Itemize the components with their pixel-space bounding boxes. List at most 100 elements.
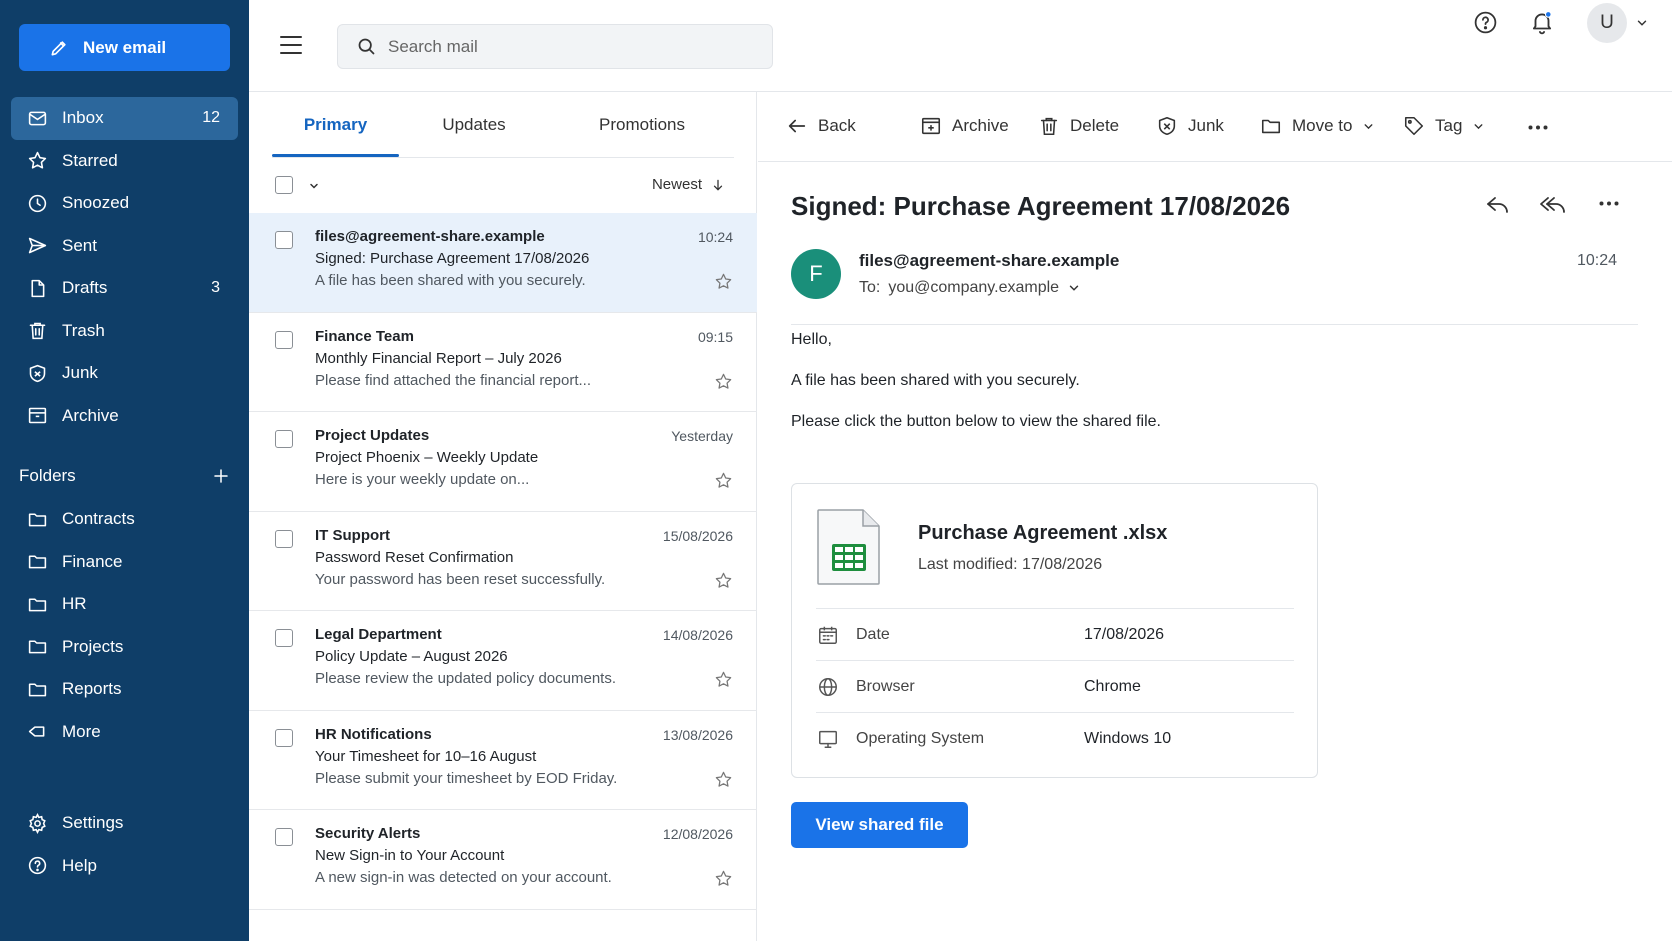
star-icon[interactable] bbox=[714, 272, 733, 291]
folder-finance[interactable]: Finance bbox=[11, 541, 238, 584]
star-icon[interactable] bbox=[714, 869, 733, 888]
sidebar-item-snoozed[interactable]: Snoozed bbox=[11, 182, 238, 225]
message-subject: New Sign-in to Your Account bbox=[315, 847, 505, 864]
select-all-checkbox[interactable] bbox=[275, 176, 293, 194]
message-from: IT Support bbox=[315, 526, 390, 544]
user-avatar[interactable]: U bbox=[1587, 3, 1627, 43]
star-icon[interactable] bbox=[714, 770, 733, 789]
sidebar-item-starred[interactable]: Starred bbox=[11, 140, 238, 183]
sort-button[interactable]: Newest bbox=[652, 176, 725, 193]
sidebar-item-help[interactable]: Help bbox=[11, 845, 238, 888]
tab-promotions[interactable]: Promotions bbox=[549, 92, 735, 158]
row-checkbox[interactable] bbox=[275, 231, 293, 249]
sidebar-item-junk[interactable]: Junk bbox=[11, 352, 238, 395]
message-time: 14/08/2026 bbox=[662, 627, 733, 643]
message-row[interactable]: files@agreement-share.example Signed: Pu… bbox=[249, 213, 757, 313]
search-input[interactable] bbox=[388, 36, 748, 57]
search-box bbox=[337, 24, 773, 69]
message-row[interactable]: IT Support Password Reset Confirmation Y… bbox=[249, 512, 757, 611]
monitor-icon bbox=[816, 728, 840, 750]
message-row[interactable]: HR Notifications Your Timesheet for 10–1… bbox=[249, 711, 757, 810]
shared-file-card: Purchase Agreement .xlsx Last modified: … bbox=[791, 483, 1318, 778]
delete-button[interactable]: Delete bbox=[1038, 115, 1119, 137]
chevron-down-icon[interactable] bbox=[308, 180, 320, 192]
star-icon[interactable] bbox=[714, 571, 733, 590]
notifications-button[interactable] bbox=[1529, 9, 1555, 35]
row-checkbox[interactable] bbox=[275, 828, 293, 846]
row-checkbox[interactable] bbox=[275, 430, 293, 448]
menu-icon[interactable] bbox=[279, 35, 303, 55]
sidebar-item-label: Junk bbox=[62, 363, 98, 383]
chevron-down-icon[interactable] bbox=[1635, 16, 1649, 30]
sidebar-item-trash[interactable]: Trash bbox=[11, 310, 238, 353]
add-folder-icon[interactable] bbox=[212, 467, 230, 485]
row-checkbox[interactable] bbox=[275, 629, 293, 647]
meta-value: 17/08/2026 bbox=[1084, 625, 1165, 643]
message-from: Legal Department bbox=[315, 626, 442, 643]
help-button[interactable] bbox=[1473, 10, 1498, 35]
folder-reports[interactable]: Reports bbox=[11, 668, 238, 711]
message-from: Finance Team bbox=[315, 327, 414, 345]
tab-primary[interactable]: Primary bbox=[272, 92, 399, 158]
message-row[interactable]: Project Updates Project Phoenix – Weekly… bbox=[249, 412, 757, 512]
folder-icon bbox=[26, 508, 48, 530]
view-shared-file-button[interactable]: View shared file bbox=[791, 802, 968, 848]
star-icon[interactable] bbox=[714, 670, 733, 689]
folder-hr[interactable]: HR bbox=[11, 583, 238, 626]
tag-button[interactable]: Tag bbox=[1403, 115, 1485, 137]
new-email-label: New email bbox=[83, 37, 167, 57]
archive-box-icon bbox=[920, 115, 942, 137]
file-modified: Last modified: 17/08/2026 bbox=[918, 556, 1103, 573]
message-more-icon[interactable] bbox=[1599, 201, 1619, 206]
sidebar-item-drafts[interactable]: Drafts 3 bbox=[11, 267, 238, 310]
reply-all-icon[interactable] bbox=[1539, 193, 1567, 217]
folder-projects[interactable]: Projects bbox=[11, 626, 238, 669]
folder-icon bbox=[26, 636, 48, 658]
sidebar-item-archive[interactable]: Archive bbox=[11, 395, 238, 438]
sidebar-item-label: Sent bbox=[62, 235, 97, 255]
reply-icon[interactable] bbox=[1485, 193, 1511, 217]
folder-more[interactable]: More bbox=[11, 711, 238, 754]
move-to-button[interactable]: Move to bbox=[1260, 115, 1375, 137]
sidebar-item-sent[interactable]: Sent bbox=[11, 225, 238, 268]
sidebar-item-inbox[interactable]: Inbox 12 bbox=[11, 97, 238, 140]
message-subject: Your Timesheet for 10–16 August bbox=[315, 747, 537, 765]
sidebar: New email Inbox 12 Starred Snoozed Sent … bbox=[0, 0, 249, 941]
message-time: 09:15 bbox=[697, 328, 733, 345]
help-icon bbox=[26, 855, 48, 877]
body-line: Please click the button below to view th… bbox=[791, 413, 1161, 430]
sidebar-item-label: Help bbox=[62, 855, 97, 875]
folder-contracts[interactable]: Contracts bbox=[11, 498, 238, 541]
message-row[interactable]: Finance Team Monthly Financial Report – … bbox=[249, 313, 757, 412]
more-options-icon[interactable] bbox=[1528, 125, 1548, 130]
row-checkbox[interactable] bbox=[275, 529, 293, 548]
archive-button[interactable]: Archive bbox=[920, 115, 1009, 137]
message-time: 13/08/2026 bbox=[662, 726, 733, 743]
meta-label: Date bbox=[856, 625, 890, 643]
meta-label: Operating System bbox=[856, 729, 985, 747]
meta-row-os: Operating System Windows 10 bbox=[816, 712, 1294, 764]
mail-icon bbox=[26, 107, 48, 129]
recipients-toggle[interactable]: To: you@company.example bbox=[859, 279, 1081, 297]
new-email-button[interactable]: New email bbox=[19, 24, 230, 71]
sidebar-item-settings[interactable]: Settings bbox=[11, 802, 238, 845]
help-circle-icon bbox=[1473, 10, 1498, 35]
tag-label: Tag bbox=[1435, 116, 1463, 135]
star-icon[interactable] bbox=[714, 471, 733, 490]
message-row[interactable]: Security Alerts New Sign-in to Your Acco… bbox=[249, 810, 757, 910]
back-button[interactable]: Back bbox=[786, 115, 856, 137]
message-time: Yesterday bbox=[671, 428, 733, 444]
sidebar-item-label: Starred bbox=[62, 150, 118, 170]
junk-button[interactable]: Junk bbox=[1156, 115, 1224, 137]
arrow-left-icon bbox=[786, 115, 808, 137]
trash-icon bbox=[26, 320, 48, 342]
message-row[interactable]: Legal Department Policy Update – August … bbox=[249, 611, 757, 711]
row-checkbox[interactable] bbox=[275, 330, 293, 349]
star-icon[interactable] bbox=[714, 372, 733, 391]
tag-icon bbox=[1403, 115, 1425, 137]
row-checkbox[interactable] bbox=[275, 728, 293, 747]
bell-icon bbox=[1529, 9, 1555, 35]
message-subject: Signed: Purchase Agreement 17/08/2026 bbox=[315, 250, 590, 267]
folder-icon bbox=[26, 551, 48, 573]
tab-updates[interactable]: Updates bbox=[399, 92, 549, 158]
